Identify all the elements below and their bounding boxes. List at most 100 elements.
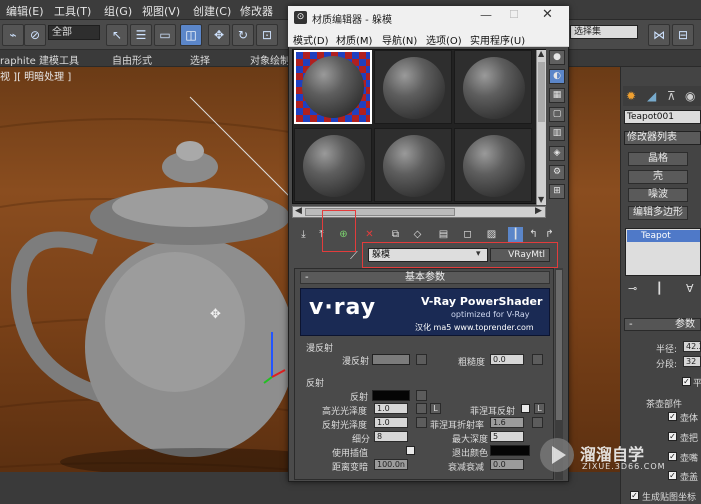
create-tab-icon[interactable]: ✹ [626,89,636,103]
edit-poly-button[interactable]: 编辑多边形 [628,206,688,220]
spout-checkbox[interactable]: ✓ [668,452,677,461]
menu-utilities[interactable]: 实用程序(U) [470,32,525,47]
segments-spinner[interactable]: 32 [683,356,701,367]
noise-button[interactable]: 噪波 [628,188,688,202]
select-object-icon[interactable]: ↖ [106,24,128,46]
slots-vertical-scrollbar[interactable]: ▲ ▼ [536,49,546,205]
viewport-label[interactable]: 视 ][ 明暗处理 ] [0,68,71,83]
get-material-icon[interactable]: ⤓ [296,227,311,242]
hilight-lock-button[interactable]: L [430,403,441,414]
sample-type-icon[interactable]: ● [549,50,565,65]
go-parent-icon[interactable]: ↰ [526,227,541,242]
put-to-library-icon[interactable]: ▤ [436,227,451,242]
menu-create[interactable]: 创建(C) [193,3,231,19]
roughness-map-button[interactable] [532,354,543,365]
eyedropper-icon[interactable]: ⟋ [350,249,358,263]
hierarchy-tab-icon[interactable]: ⊼ [667,89,676,103]
scroll-left-icon[interactable]: ◀ [295,206,302,216]
modifier-list-dropdown[interactable]: 修改器列表 [624,131,701,145]
show-end-result-mat-icon[interactable]: ┃ [508,227,523,242]
vscroll-thumb[interactable] [538,62,545,122]
refl-gloss-map-button[interactable] [416,417,427,428]
select-by-material-icon[interactable]: ⊞ [549,184,565,199]
uv-tiling-icon[interactable]: ▢ [549,107,565,122]
scroll-down-icon[interactable]: ▼ [538,195,544,204]
show-end-result-icon[interactable]: ┃ [656,282,663,295]
link-icon[interactable]: ⌁ [2,24,24,46]
menu-mode[interactable]: 模式(D) [293,32,329,47]
mirror-icon[interactable]: ⋈ [648,24,670,46]
gen-coords-checkbox[interactable]: ✓ [630,491,639,500]
rotate-icon[interactable]: ↻ [232,24,254,46]
scroll-up-icon[interactable]: ▲ [538,49,544,58]
scale-icon[interactable]: ⊡ [256,24,278,46]
ribbon-tab-object-paint[interactable]: 对象绘制 [250,52,290,67]
align-icon[interactable]: ⊟ [672,24,694,46]
diffuse-color-swatch[interactable] [372,354,410,365]
menu-navigation[interactable]: 导航(N) [382,32,417,47]
fresnel-checkbox[interactable] [521,404,530,413]
show-map-icon[interactable]: ▨ [484,227,499,242]
window-crossing-icon[interactable]: ◫ [180,24,202,46]
exit-color-swatch[interactable] [490,445,530,456]
reflect-color-swatch[interactable] [372,390,410,401]
unlink-icon[interactable]: ⊘ [24,24,46,46]
menu-options[interactable]: 选项(O) [426,32,462,47]
move-icon[interactable]: ✥ [208,24,230,46]
ribbon-tab-selection[interactable]: 选择 [190,52,210,67]
fresnel-ior-map-button[interactable] [532,417,543,428]
diffuse-map-button[interactable] [416,354,427,365]
close-icon[interactable]: ✕ [542,7,553,22]
lattice-button[interactable]: 晶格 [628,152,688,166]
params-rollout-header[interactable]: - 参数 [624,318,701,331]
options-icon[interactable]: ⚙ [549,165,565,180]
sample-slot-4[interactable] [294,128,372,202]
dim-distance-spinner[interactable]: 100.0n [374,459,408,470]
hilight-gloss-map-button[interactable] [416,403,427,414]
lid-checkbox[interactable]: ✓ [668,471,677,480]
basic-params-header[interactable]: - 基本参数 [300,271,550,284]
maximize-icon[interactable]: ☐ [509,8,519,21]
select-by-name-icon[interactable]: ☰ [130,24,152,46]
menu-tools[interactable]: 工具(T) [54,3,91,19]
backlight-icon[interactable]: ◐ [549,69,565,84]
roughness-spinner[interactable]: 0.0 [490,354,524,365]
copy-material-icon[interactable]: ⧉ [388,227,403,242]
make-unique-mat-icon[interactable]: ◇ [410,227,425,242]
video-color-check-icon[interactable]: ▥ [549,126,565,141]
stack-item-teapot[interactable]: Teapot [627,230,700,242]
max-depth-spinner[interactable]: 5 [490,431,524,442]
body-checkbox[interactable]: ✓ [668,412,677,421]
sample-slot-1[interactable] [294,50,372,124]
menu-view[interactable]: 视图(V) [142,3,180,19]
material-id-icon[interactable]: ◻ [460,227,475,242]
refl-gloss-spinner[interactable]: 1.0 [374,417,408,428]
scroll-right-icon[interactable]: ▶ [535,206,542,216]
rect-region-icon[interactable]: ▭ [154,24,176,46]
modify-tab-icon[interactable]: ◢ [647,89,656,103]
background-icon[interactable]: ▦ [549,88,565,103]
rollout-scroll-thumb[interactable] [556,270,562,420]
hilight-gloss-spinner[interactable]: 1.0 [374,403,408,414]
reflect-map-button[interactable] [416,390,427,401]
pin-stack-icon[interactable]: ⊸ [628,282,637,295]
motion-tab-icon[interactable]: ◉ [685,89,695,103]
reset-map-icon[interactable]: ✕ [362,227,377,242]
handle-checkbox[interactable]: ✓ [668,432,677,441]
minimize-icon[interactable]: — [480,8,492,22]
use-interp-checkbox[interactable] [406,446,415,455]
fresnel-ior-spinner[interactable]: 1.6 [490,417,524,428]
sample-slot-2[interactable] [374,50,452,124]
sample-slot-5[interactable] [374,128,452,202]
menu-group[interactable]: 组(G) [104,3,132,19]
make-preview-icon[interactable]: ◈ [549,146,565,161]
smooth-checkbox[interactable]: ✓ [682,377,691,386]
subdivs-spinner[interactable]: 8 [374,431,408,442]
fresnel-lock-button[interactable]: L [534,403,545,414]
ribbon-app-label[interactable]: raphite 建模工具 [0,52,79,67]
radius-spinner[interactable]: 42.2 [683,341,701,352]
selection-filter-dropdown[interactable]: 全部 [48,25,100,40]
shell-button[interactable]: 壳 [628,170,688,184]
sample-slot-3[interactable] [454,50,532,124]
menu-edit[interactable]: 编辑(E) [6,3,44,19]
